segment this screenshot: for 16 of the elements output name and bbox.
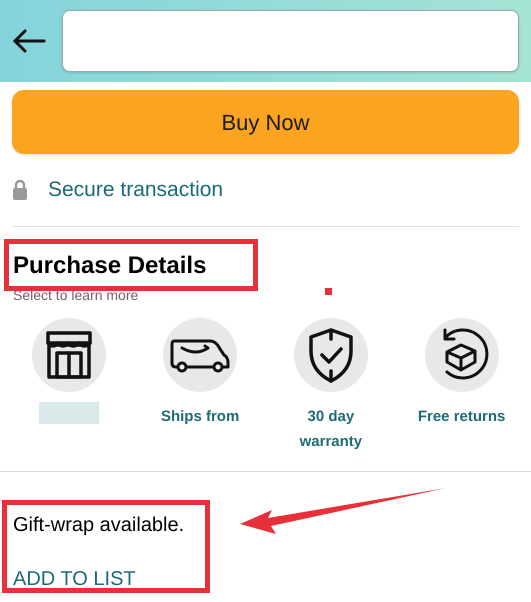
section-title: Purchase Details (13, 250, 206, 280)
blurred-label (39, 402, 100, 424)
buy-now-button[interactable]: Buy Now (12, 90, 519, 154)
gift-wrap-text: Gift-wrap available. (13, 512, 184, 538)
delivery-van-icon (168, 336, 232, 372)
search-field[interactable] (62, 10, 519, 72)
feature-label[interactable]: 30 day (308, 404, 354, 428)
lock-icon (12, 178, 28, 201)
feature-label[interactable]: Free returns (418, 404, 506, 428)
section-subtitle: Select to learn more (13, 286, 138, 304)
add-to-list-link[interactable]: ADD TO LIST (13, 564, 136, 594)
secure-transaction-link[interactable]: Secure transaction (48, 174, 224, 206)
back-arrow-icon[interactable] (12, 29, 46, 53)
feature-label[interactable]: warranty (300, 428, 362, 454)
feature-label[interactable]: Ships from (160, 404, 240, 428)
shield-check-icon (306, 326, 355, 382)
